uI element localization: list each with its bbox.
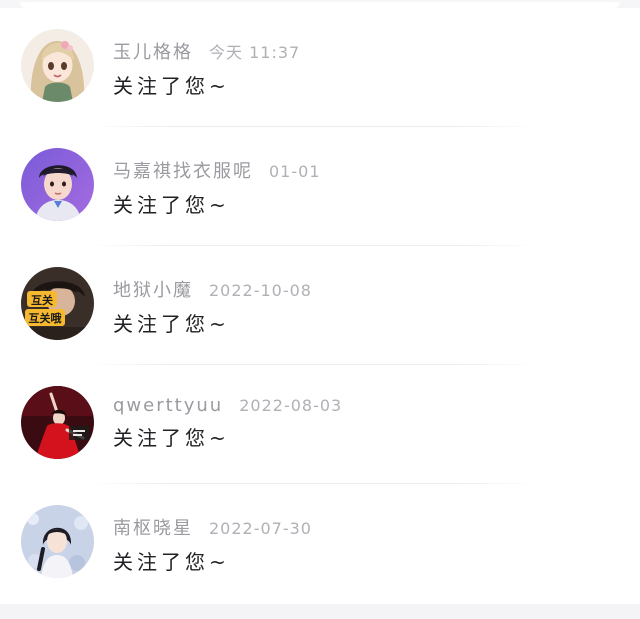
- notification-info: 马嘉祺找衣服呢 01-01 关注了您~: [113, 157, 321, 218]
- notification-message: 关注了您~: [113, 74, 230, 98]
- boy-portrait-avatar[interactable]: [21, 148, 94, 221]
- username[interactable]: 南枢晓星: [113, 514, 193, 540]
- sticker-text-line1: 互关: [31, 293, 53, 307]
- notification-message: 关注了您~: [113, 312, 230, 336]
- notification-item[interactable]: qwerttyuu 2022-08-03 关注了您~: [0, 365, 640, 484]
- notification-info: 南枢晓星 2022-07-30 关注了您~: [113, 514, 312, 575]
- notification-item[interactable]: 南枢晓星 2022-07-30 关注了您~: [0, 484, 640, 603]
- sticker-text-line2: 互关哦: [29, 311, 62, 325]
- notification-item[interactable]: 互关 互关哦 地狱小魔 2022-10-08 关注了您~: [0, 246, 640, 365]
- follow-notification-list: 玉儿格格 今天 11:37 关注了您~ 马嘉祺找衣服呢 01-01 关注了您~ …: [0, 8, 640, 603]
- notification-screen: 玉儿格格 今天 11:37 关注了您~ 马嘉祺找衣服呢 01-01 关注了您~ …: [0, 0, 640, 619]
- username[interactable]: 马嘉祺找衣服呢: [113, 157, 253, 183]
- username[interactable]: qwerttyuu: [113, 395, 223, 416]
- notification-message: 关注了您~: [113, 550, 230, 574]
- timestamp: 2022-07-30: [209, 519, 312, 538]
- timestamp: 01-01: [269, 162, 321, 181]
- timestamp: 今天 11:37: [209, 43, 301, 62]
- notification-message: 关注了您~: [113, 426, 230, 450]
- notification-message: 关注了您~: [113, 193, 230, 217]
- timestamp: 2022-10-08: [209, 281, 312, 300]
- username[interactable]: 玉儿格格: [113, 38, 193, 64]
- anime-girl-avatar[interactable]: [21, 29, 94, 102]
- notification-item[interactable]: 马嘉祺找衣服呢 01-01 关注了您~: [0, 127, 640, 246]
- notification-info: 玉儿格格 今天 11:37 关注了您~: [113, 38, 300, 99]
- username[interactable]: 地狱小魔: [113, 276, 193, 302]
- bottom-card-edge: [0, 604, 640, 619]
- notification-item[interactable]: 玉儿格格 今天 11:37 关注了您~: [0, 8, 640, 127]
- red-dress-dancer-avatar[interactable]: [21, 386, 94, 459]
- mutual-follow-sticker-avatar[interactable]: 互关 互关哦: [21, 267, 94, 340]
- girl-with-flowers-avatar[interactable]: [21, 505, 94, 578]
- notification-info: qwerttyuu 2022-08-03 关注了您~: [113, 395, 342, 451]
- timestamp: 2022-08-03: [239, 396, 343, 415]
- top-card-edge: [0, 0, 640, 8]
- notification-info: 地狱小魔 2022-10-08 关注了您~: [113, 276, 312, 337]
